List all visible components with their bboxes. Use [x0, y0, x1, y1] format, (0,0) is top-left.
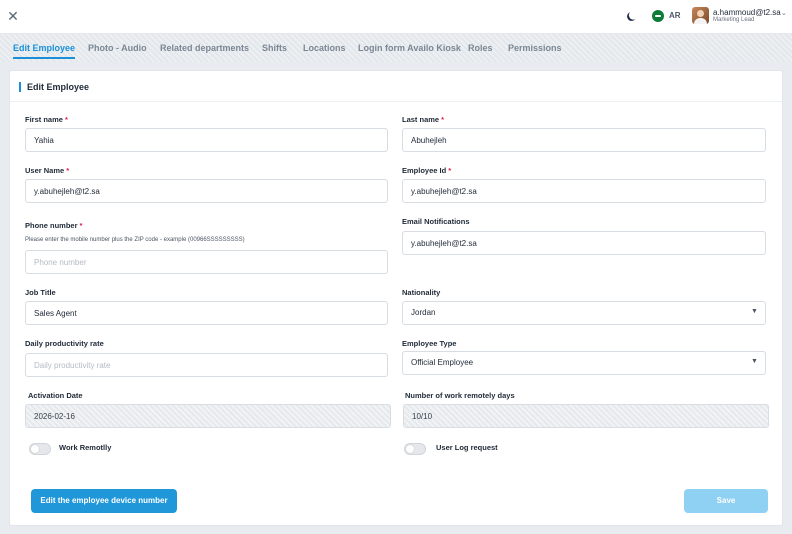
activation-date-label: Activation Date [28, 391, 83, 400]
divider [10, 101, 782, 102]
job-title-input[interactable] [25, 301, 388, 325]
user-email[interactable]: a.hammoud@t2.sa [713, 8, 781, 17]
top-bar: ✕ AR a.hammoud@t2.sa Marketing Lead ⌄ [0, 0, 792, 34]
tab-permissions[interactable]: Permissions [508, 43, 562, 53]
work-remotely-toggle[interactable] [29, 443, 51, 455]
user-name-label: User Name * [25, 166, 70, 175]
employee-id-input[interactable] [402, 179, 766, 203]
nationality-label: Nationality [402, 288, 441, 297]
language-switch[interactable]: AR [669, 11, 681, 20]
tab-bar: Edit Employee Photo - Audio Related depa… [0, 34, 792, 62]
email-notifications-label: Email Notifications [402, 217, 470, 226]
employee-type-label: Employee Type [402, 339, 457, 348]
employee-id-label: Employee Id * [402, 166, 452, 175]
phone-hint: Please enter the mobile number plus the … [25, 237, 245, 243]
tab-locations[interactable]: Locations [303, 43, 346, 53]
first-name-label: First name * [25, 115, 68, 124]
tab-shifts[interactable]: Shifts [262, 43, 287, 53]
email-notifications-input[interactable] [402, 231, 766, 255]
close-icon[interactable]: ✕ [6, 8, 20, 24]
tab-edit-employee[interactable]: Edit Employee [13, 43, 76, 59]
user-log-request-label: User Log request [436, 443, 498, 452]
tab-photo-audio[interactable]: Photo - Audio [88, 43, 147, 53]
chevron-down-icon[interactable]: ⌄ [781, 9, 787, 17]
moon-icon[interactable] [626, 10, 638, 22]
phone-input[interactable] [25, 250, 388, 274]
activation-date-input[interactable] [25, 404, 391, 428]
nationality-select[interactable]: Jordan [402, 301, 766, 325]
tab-related-departments[interactable]: Related departments [160, 43, 249, 53]
job-title-label: Job Title [25, 288, 56, 297]
remote-days-label: Number of work remotely days [405, 391, 515, 400]
tab-login-form-kiosk[interactable]: Login form Availo Kiosk [358, 43, 461, 53]
saudi-flag-icon[interactable] [652, 10, 664, 22]
employee-type-value: Official Employee [411, 358, 474, 367]
remote-days-input[interactable] [403, 404, 769, 428]
user-log-request-toggle[interactable] [404, 443, 426, 455]
daily-productivity-input[interactable] [25, 353, 388, 377]
avatar[interactable] [692, 7, 709, 24]
save-button[interactable]: Save [684, 489, 768, 513]
employee-type-select[interactable]: Official Employee [402, 351, 766, 375]
user-name-input[interactable] [25, 179, 388, 203]
edit-employee-card: Edit Employee First name* Last name* Use… [9, 70, 783, 526]
first-name-input[interactable] [25, 128, 388, 152]
card-title: Edit Employee [19, 82, 89, 92]
last-name-label: Last name * [402, 115, 445, 124]
phone-label: Phone number * [25, 221, 83, 230]
edit-device-number-button[interactable]: Edit the employee device number [31, 489, 177, 513]
daily-productivity-label: Daily productivity rate [25, 339, 104, 348]
last-name-input[interactable] [402, 128, 766, 152]
work-remotely-label: Work Remotlly [59, 443, 112, 452]
user-role: Marketing Lead [713, 17, 755, 23]
nationality-value: Jordan [411, 308, 436, 317]
tab-roles[interactable]: Roles [468, 43, 493, 53]
